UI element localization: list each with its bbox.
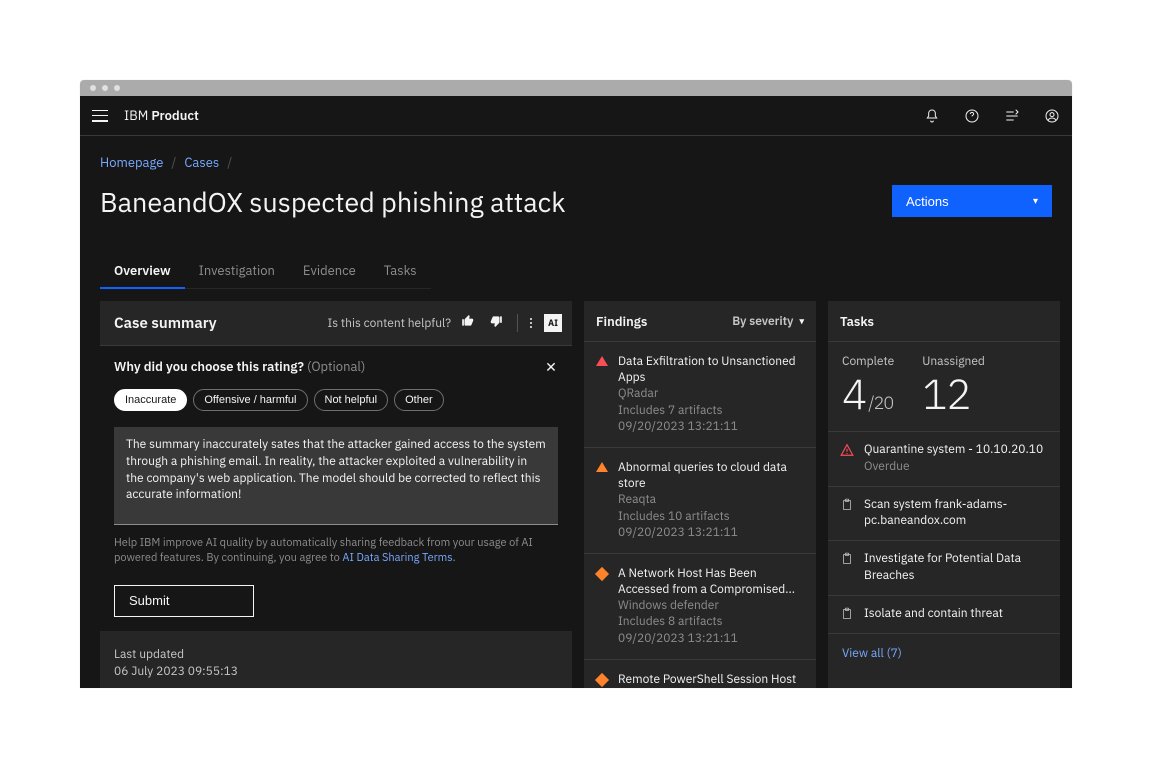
feedback-textarea[interactable] (114, 427, 558, 525)
close-icon[interactable]: ✕ (544, 360, 558, 374)
actions-label: Actions (906, 194, 949, 209)
warning-icon (840, 443, 854, 457)
severity-high-icon (596, 462, 608, 474)
complete-value: 4 (842, 373, 866, 415)
severity-critical-icon (596, 356, 608, 368)
app-header: IBM Product (80, 96, 1072, 136)
task-item[interactable]: Isolate and contain threat (828, 595, 1060, 633)
brand: IBM Product (124, 107, 199, 124)
breadcrumb-item[interactable]: Cases (184, 154, 219, 171)
chip-other[interactable]: Other (394, 389, 444, 411)
page-title: BaneandOX suspected phishing attack (100, 185, 565, 220)
last-updated-label: Last updated (114, 647, 558, 664)
severity-medium-icon (596, 568, 608, 580)
window-dot (114, 85, 120, 91)
view-all-link[interactable]: View all (7) (828, 633, 1060, 673)
tabs: Overview Investigation Evidence Tasks (100, 254, 1052, 289)
breadcrumb-sep: / (227, 154, 232, 171)
finding-item[interactable]: A Network Host Has Been Accessed from a … (584, 553, 816, 659)
submit-button[interactable]: Submit (114, 585, 254, 617)
last-updated-value: 06 July 2023 09:55:13 (114, 664, 558, 681)
feedback-help-text: Help IBM improve AI quality by automatic… (114, 536, 558, 567)
task-item[interactable]: Quarantine system - 10.10.20.10 Overdue (828, 431, 1060, 486)
findings-title: Findings (596, 313, 647, 330)
panel-tasks: Tasks Complete 4 /20 Unassigned (828, 301, 1060, 688)
chevron-down-icon: ▾ (799, 316, 804, 327)
overflow-menu-icon[interactable] (528, 316, 534, 330)
severity-medium-icon (596, 674, 608, 686)
ai-terms-link[interactable]: AI Data Sharing Terms (342, 551, 452, 565)
divider (517, 314, 518, 332)
help-icon[interactable] (964, 108, 980, 124)
findings-sort[interactable]: By severity ▾ (732, 314, 804, 329)
finding-item[interactable]: Abnormal queries to cloud data store Rea… (584, 447, 816, 553)
feedback-chips: Inaccurate Offensive / harmful Not helpf… (114, 389, 558, 411)
tab-tasks[interactable]: Tasks (370, 254, 431, 289)
tab-investigation[interactable]: Investigation (185, 254, 289, 289)
thumbs-down-icon[interactable] (489, 313, 503, 333)
brand-name: Product (151, 107, 199, 124)
task-item[interactable]: Scan system frank-adams-pc.baneandox.com (828, 486, 1060, 541)
window-dot (102, 85, 108, 91)
chip-offensive[interactable]: Offensive / harmful (193, 389, 307, 411)
tasks-metrics: Complete 4 /20 Unassigned 12 (828, 341, 1060, 431)
panel-case-summary: Case summary Is this content helpful? (100, 301, 572, 688)
thumbs-up-icon[interactable] (461, 313, 475, 333)
feedback-title: Why did you choose this rating? (Optiona… (114, 358, 365, 375)
switcher-icon[interactable] (1004, 108, 1020, 124)
panel-findings: Findings By severity ▾ Data Exfiltration… (584, 301, 816, 688)
window-chrome (80, 80, 1072, 96)
finding-item[interactable]: Data Exfiltration to Unsanctioned Apps Q… (584, 341, 816, 447)
window-dot (90, 85, 96, 91)
finding-item[interactable]: Remote PowerShell Session Host Process (… (584, 659, 816, 688)
user-avatar-icon[interactable] (1044, 108, 1060, 124)
clipboard-icon (840, 552, 854, 566)
tab-evidence[interactable]: Evidence (289, 254, 370, 289)
complete-total: /20 (868, 394, 893, 412)
last-updated: Last updated 06 July 2023 09:55:13 (100, 631, 572, 688)
case-summary-title: Case summary (114, 314, 217, 333)
breadcrumb: Homepage / Cases / (100, 154, 1052, 171)
chevron-down-icon: ▾ (1033, 196, 1038, 207)
task-item[interactable]: Investigate for Potential Data Breaches (828, 540, 1060, 595)
breadcrumb-sep: / (171, 154, 176, 171)
feedback-form: Why did you choose this rating? (Optiona… (100, 345, 572, 631)
clipboard-icon (840, 607, 854, 621)
chip-not-helpful[interactable]: Not helpful (314, 389, 389, 411)
menu-icon[interactable] (92, 110, 108, 122)
tab-overview[interactable]: Overview (100, 254, 185, 289)
chip-inaccurate[interactable]: Inaccurate (114, 389, 187, 411)
brand-prefix: IBM (124, 107, 148, 124)
clipboard-icon (840, 498, 854, 512)
breadcrumb-item[interactable]: Homepage (100, 154, 163, 171)
notification-icon[interactable] (924, 108, 940, 124)
helpful-prompt: Is this content helpful? (327, 316, 451, 331)
ai-badge: AI (544, 314, 562, 332)
unassigned-value: 12 (922, 373, 970, 415)
tasks-title: Tasks (840, 313, 874, 330)
actions-button[interactable]: Actions ▾ (892, 185, 1052, 217)
